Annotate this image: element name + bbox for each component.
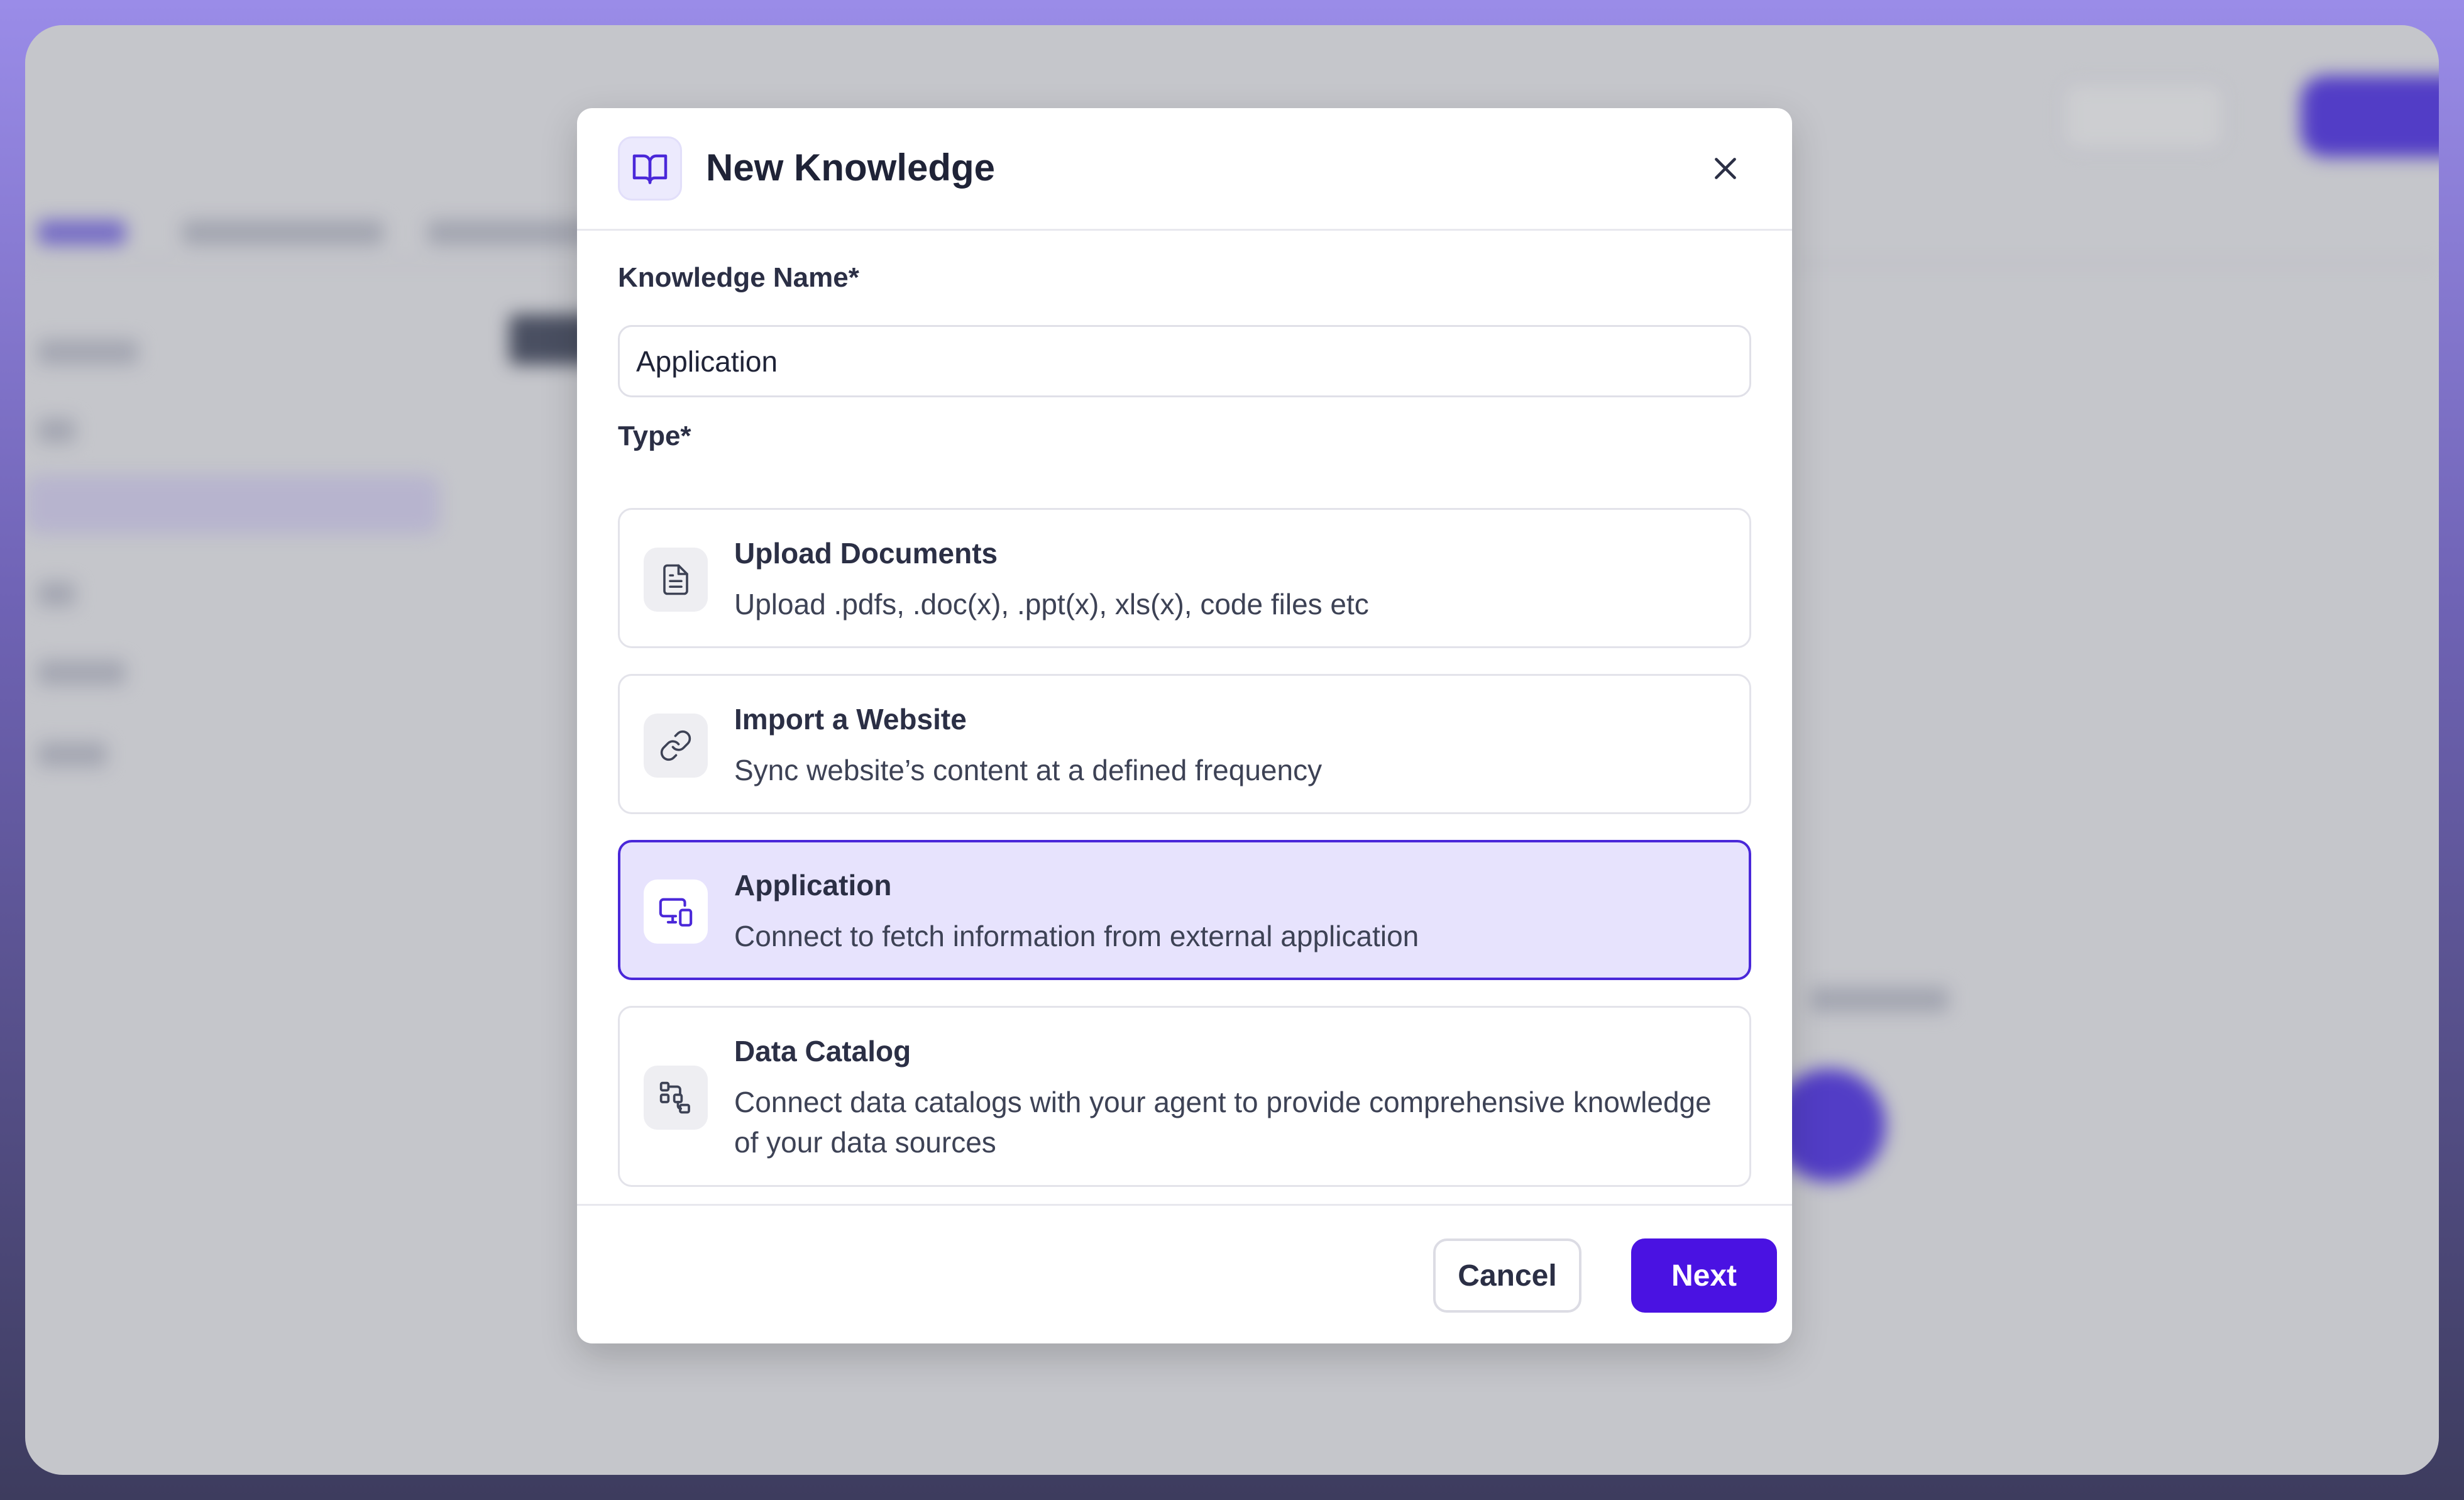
option-description: Sync website’s content at a defined freq… bbox=[734, 754, 1323, 786]
data-catalog-icon bbox=[644, 1066, 708, 1130]
type-option-upload-documents[interactable]: Upload Documents Upload .pdfs, .doc(x), … bbox=[618, 508, 1751, 648]
modal-footer: Cancel Next bbox=[577, 1204, 1792, 1343]
devices-icon bbox=[644, 880, 708, 944]
type-label: Type* bbox=[618, 421, 691, 451]
close-button[interactable] bbox=[1703, 146, 1748, 191]
option-description: Connect to fetch information from extern… bbox=[734, 920, 1419, 952]
option-title: Import a Website bbox=[734, 703, 967, 736]
knowledge-name-input[interactable] bbox=[618, 325, 1751, 397]
option-title: Data Catalog bbox=[734, 1035, 911, 1067]
type-option-import-website[interactable]: Import a Website Sync website’s content … bbox=[618, 674, 1751, 814]
modal-header: New Knowledge bbox=[577, 108, 1792, 231]
next-button[interactable]: Next bbox=[1631, 1238, 1777, 1313]
option-title: Application bbox=[734, 869, 892, 902]
knowledge-name-label: Knowledge Name* bbox=[618, 262, 859, 293]
option-description: Connect data catalogs with your agent to… bbox=[734, 1086, 1712, 1159]
type-option-application[interactable]: Application Connect to fetch information… bbox=[618, 840, 1751, 980]
book-open-icon bbox=[618, 136, 682, 201]
close-icon bbox=[1715, 158, 1736, 179]
cancel-button[interactable]: Cancel bbox=[1433, 1238, 1581, 1313]
new-knowledge-modal: New Knowledge Knowledge Name* Type* Uplo… bbox=[577, 108, 1792, 1343]
option-title: Upload Documents bbox=[734, 537, 998, 570]
type-option-data-catalog[interactable]: Data Catalog Connect data catalogs with … bbox=[618, 1006, 1751, 1187]
file-text-icon bbox=[644, 548, 708, 612]
link-icon bbox=[644, 714, 708, 778]
option-description: Upload .pdfs, .doc(x), .ppt(x), xls(x), … bbox=[734, 588, 1369, 620]
modal-title: New Knowledge bbox=[706, 146, 996, 189]
